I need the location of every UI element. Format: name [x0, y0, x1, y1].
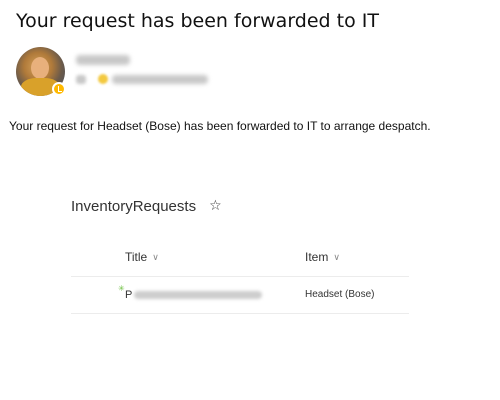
row-title-redacted [134, 291, 262, 299]
chevron-down-icon: ∨ [152, 252, 159, 262]
row-title-initial: P [125, 289, 133, 301]
list-title[interactable]: InventoryRequests [71, 198, 196, 215]
recipient-line-redacted [76, 74, 216, 86]
sender-block [16, 47, 356, 99]
row-title-cell[interactable]: P [125, 289, 275, 301]
column-header-title[interactable]: Title ∨ [125, 250, 159, 264]
chevron-down-icon: ∨ [333, 252, 340, 262]
email-subject: Your request has been forwarded to IT [16, 10, 379, 32]
recipient-presence-icon [98, 74, 108, 84]
presence-away-icon [52, 82, 66, 96]
email-body-text: Your request for Headset (Bose) has been… [9, 119, 431, 133]
column-header-row: Title ∨ Item ∨ [71, 250, 409, 277]
column-header-title-label: Title [125, 250, 148, 264]
new-item-icon: ✳ [118, 284, 125, 293]
avatar-face [31, 57, 49, 79]
sender-name-redacted [76, 55, 130, 65]
to-label-redacted [76, 75, 86, 84]
column-header-item-label: Item [305, 250, 329, 264]
star-icon[interactable]: ☆ [209, 196, 222, 216]
table-row[interactable]: ✳ P Headset (Bose) [71, 277, 409, 314]
recipient-name-redacted [112, 75, 208, 84]
row-item-cell: Headset (Bose) [305, 289, 375, 300]
column-header-item[interactable]: Item ∨ [305, 250, 340, 264]
list-header: InventoryRequests ☆ [71, 196, 409, 218]
list-card: InventoryRequests ☆ Title ∨ Item ∨ ✳ P Hea… [71, 196, 409, 314]
